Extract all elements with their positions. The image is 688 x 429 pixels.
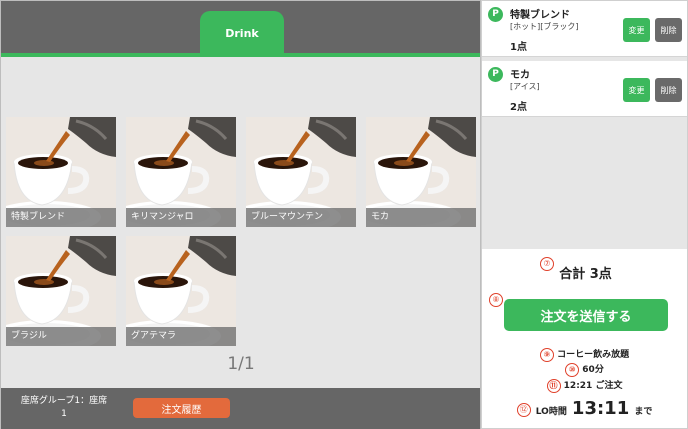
product-tile[interactable]: ブルーマウンテン bbox=[246, 117, 356, 227]
ordered-at-row: ⑪ 12:21 ご注文 bbox=[482, 378, 687, 393]
annotation-8: ⑧ bbox=[489, 289, 503, 308]
product-tile[interactable]: ブラジル bbox=[6, 236, 116, 346]
product-tile[interactable]: 特製ブレンド bbox=[6, 117, 116, 227]
ordered-at: 12:21 ご注文 bbox=[563, 381, 623, 391]
footer-bar: 座席グループ1：座席 1 注文履歴 bbox=[1, 388, 480, 429]
cart-item-qty: 1点 bbox=[510, 42, 527, 53]
change-button[interactable]: 変更 bbox=[623, 18, 650, 42]
plan-name-row: ⑨ コーヒー飲み放題 bbox=[482, 347, 687, 362]
annotation-10: ⑩ bbox=[565, 362, 580, 377]
send-order-button[interactable]: 注文を送信する bbox=[504, 299, 668, 331]
product-tile[interactable]: モカ bbox=[366, 117, 476, 227]
lo-time: 13:11 bbox=[571, 398, 630, 419]
product-tile[interactable]: キリマンジャロ bbox=[126, 117, 236, 227]
annotation-9: ⑨ bbox=[539, 347, 554, 362]
order-history-button[interactable]: 注文履歴 bbox=[133, 398, 230, 418]
lo-suffix: まで bbox=[634, 407, 653, 417]
seat-line2: 1 bbox=[61, 409, 67, 419]
delete-button[interactable]: 削除 bbox=[655, 78, 682, 102]
point-badge-icon: P bbox=[488, 7, 503, 22]
change-button[interactable]: 変更 bbox=[623, 78, 650, 102]
cart-list: P 特製ブレンド [ホット][ブラック] 1点 変更 削除 P モカ [アイス]… bbox=[482, 1, 687, 249]
cart-item-qty: 2点 bbox=[510, 102, 527, 113]
order-total: 合計 3点 bbox=[559, 267, 612, 282]
cart-panel: P 特製ブレンド [ホット][ブラック] 1点 変更 削除 P モカ [アイス]… bbox=[481, 0, 688, 429]
seat-info: 座席グループ1：座席 1 bbox=[9, 395, 119, 421]
product-name: ブルーマウンテン bbox=[246, 208, 356, 227]
plan-name: コーヒー飲み放題 bbox=[557, 350, 630, 360]
seat-line1: 座席グループ1：座席 bbox=[20, 396, 108, 406]
tab-drink[interactable]: Drink bbox=[200, 11, 284, 55]
point-badge-icon: P bbox=[488, 67, 503, 82]
cart-item-options: [アイス] bbox=[510, 82, 540, 91]
tab-drink-label: Drink bbox=[225, 27, 259, 40]
cart-item-name: 特製ブレンド bbox=[510, 10, 570, 21]
product-name: モカ bbox=[366, 208, 476, 227]
annotation-12: ⑫ bbox=[516, 402, 531, 417]
product-tile[interactable]: グアテマラ bbox=[126, 236, 236, 346]
plan-duration: 60分 bbox=[582, 365, 604, 375]
product-name: グアテマラ bbox=[126, 327, 236, 346]
delete-button[interactable]: 削除 bbox=[655, 18, 682, 42]
annotation-11: ⑪ bbox=[546, 378, 561, 393]
cart-item-name: モカ bbox=[510, 70, 530, 81]
cart-item: P 特製ブレンド [ホット][ブラック] 1点 変更 削除 bbox=[482, 1, 687, 57]
cart-item: P モカ [アイス] 2点 変更 削除 bbox=[482, 61, 687, 117]
product-name: ブラジル bbox=[6, 327, 116, 346]
menu-panel: Drink 特製ブレンド キリマンジャロ ブルーマウンテン モカ ブラジル グア… bbox=[0, 0, 481, 429]
page-indicator: 1/1 bbox=[227, 354, 255, 374]
lo-label: LO時間 bbox=[535, 407, 567, 417]
product-name: 特製ブレンド bbox=[6, 208, 116, 227]
product-name: キリマンジャロ bbox=[126, 208, 236, 227]
last-order-row: ⑫ LO時間 13:11 まで bbox=[482, 398, 687, 419]
plan-duration-row: ⑩ 60分 bbox=[482, 362, 687, 377]
cart-item-options: [ホット][ブラック] bbox=[510, 22, 579, 31]
